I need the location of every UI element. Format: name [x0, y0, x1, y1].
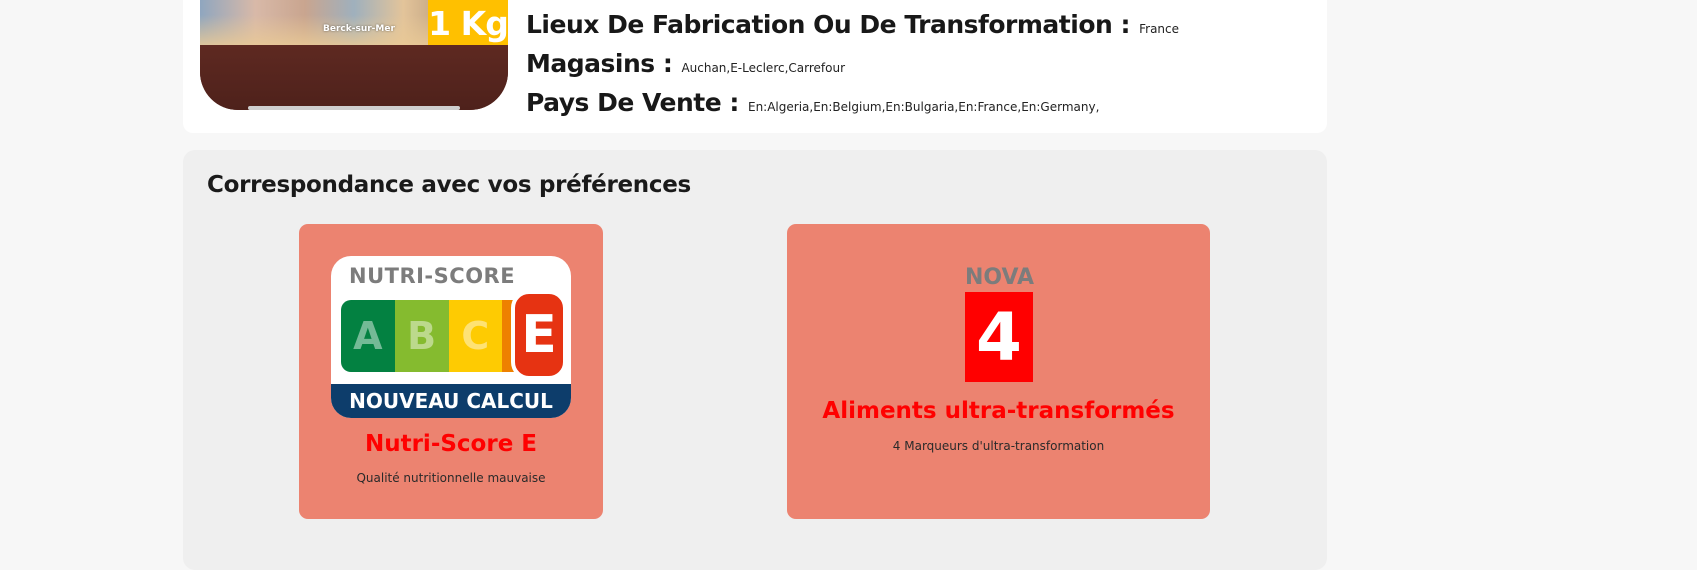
nova-logo-word: NOVA — [965, 265, 1035, 290]
stores-value: Auchan,E-Leclerc,Carrefour — [681, 61, 846, 75]
nutriscore-logo-header: NUTRI-SCORE — [349, 264, 516, 288]
nutriscore-segment-c: C — [448, 300, 503, 372]
manufacturing-places-value: France — [1139, 22, 1180, 36]
jar-lid — [200, 45, 508, 110]
nova-group-number: 4 — [965, 292, 1033, 382]
weight-badge: 1 Kg — [428, 0, 508, 46]
product-jar-image[interactable]: Berck-sur-Mer 1 Kg — [200, 0, 508, 110]
countries-label: Pays De Vente : — [526, 88, 739, 117]
jar-rim — [248, 106, 460, 110]
countries-row: Pays De Vente : En:Algeria,En:Belgium,En… — [526, 88, 1099, 117]
nova-subtitle: 4 Marqueurs d'ultra-transformation — [892, 439, 1105, 453]
nova-title: Aliments ultra-transformés — [822, 398, 1175, 424]
nutriscore-subtitle: Qualité nutritionnelle mauvaise — [356, 471, 546, 485]
label-town: Berck-sur-Mer — [323, 24, 395, 34]
nutriscore-segment-b: B — [394, 300, 449, 372]
nutriscore-title: Nutri-Score E — [364, 431, 538, 457]
countries-value: En:Algeria,En:Belgium,En:Bulgaria,En:Fra… — [747, 100, 1100, 114]
stores-label: Magasins : — [526, 49, 673, 78]
nutriscore-selected-grade: E — [511, 290, 567, 380]
nutriscore-logo: NUTRI-SCORE ABCD E NOUVEAU CALCUL — [331, 256, 571, 418]
preferences-title: Correspondance avec vos préférences — [207, 172, 691, 198]
manufacturing-places-row: Lieux De Fabrication Ou De Transformatio… — [526, 10, 1179, 39]
stores-row: Magasins : Auchan,E-Leclerc,Carrefour — [526, 49, 845, 78]
nutriscore-logo-footer: NOUVEAU CALCUL — [331, 384, 571, 418]
manufacturing-places-label: Lieux De Fabrication Ou De Transformatio… — [526, 10, 1131, 39]
nutriscore-segment-a: A — [341, 300, 395, 372]
nova-logo: NOVA 4 — [965, 265, 1035, 382]
